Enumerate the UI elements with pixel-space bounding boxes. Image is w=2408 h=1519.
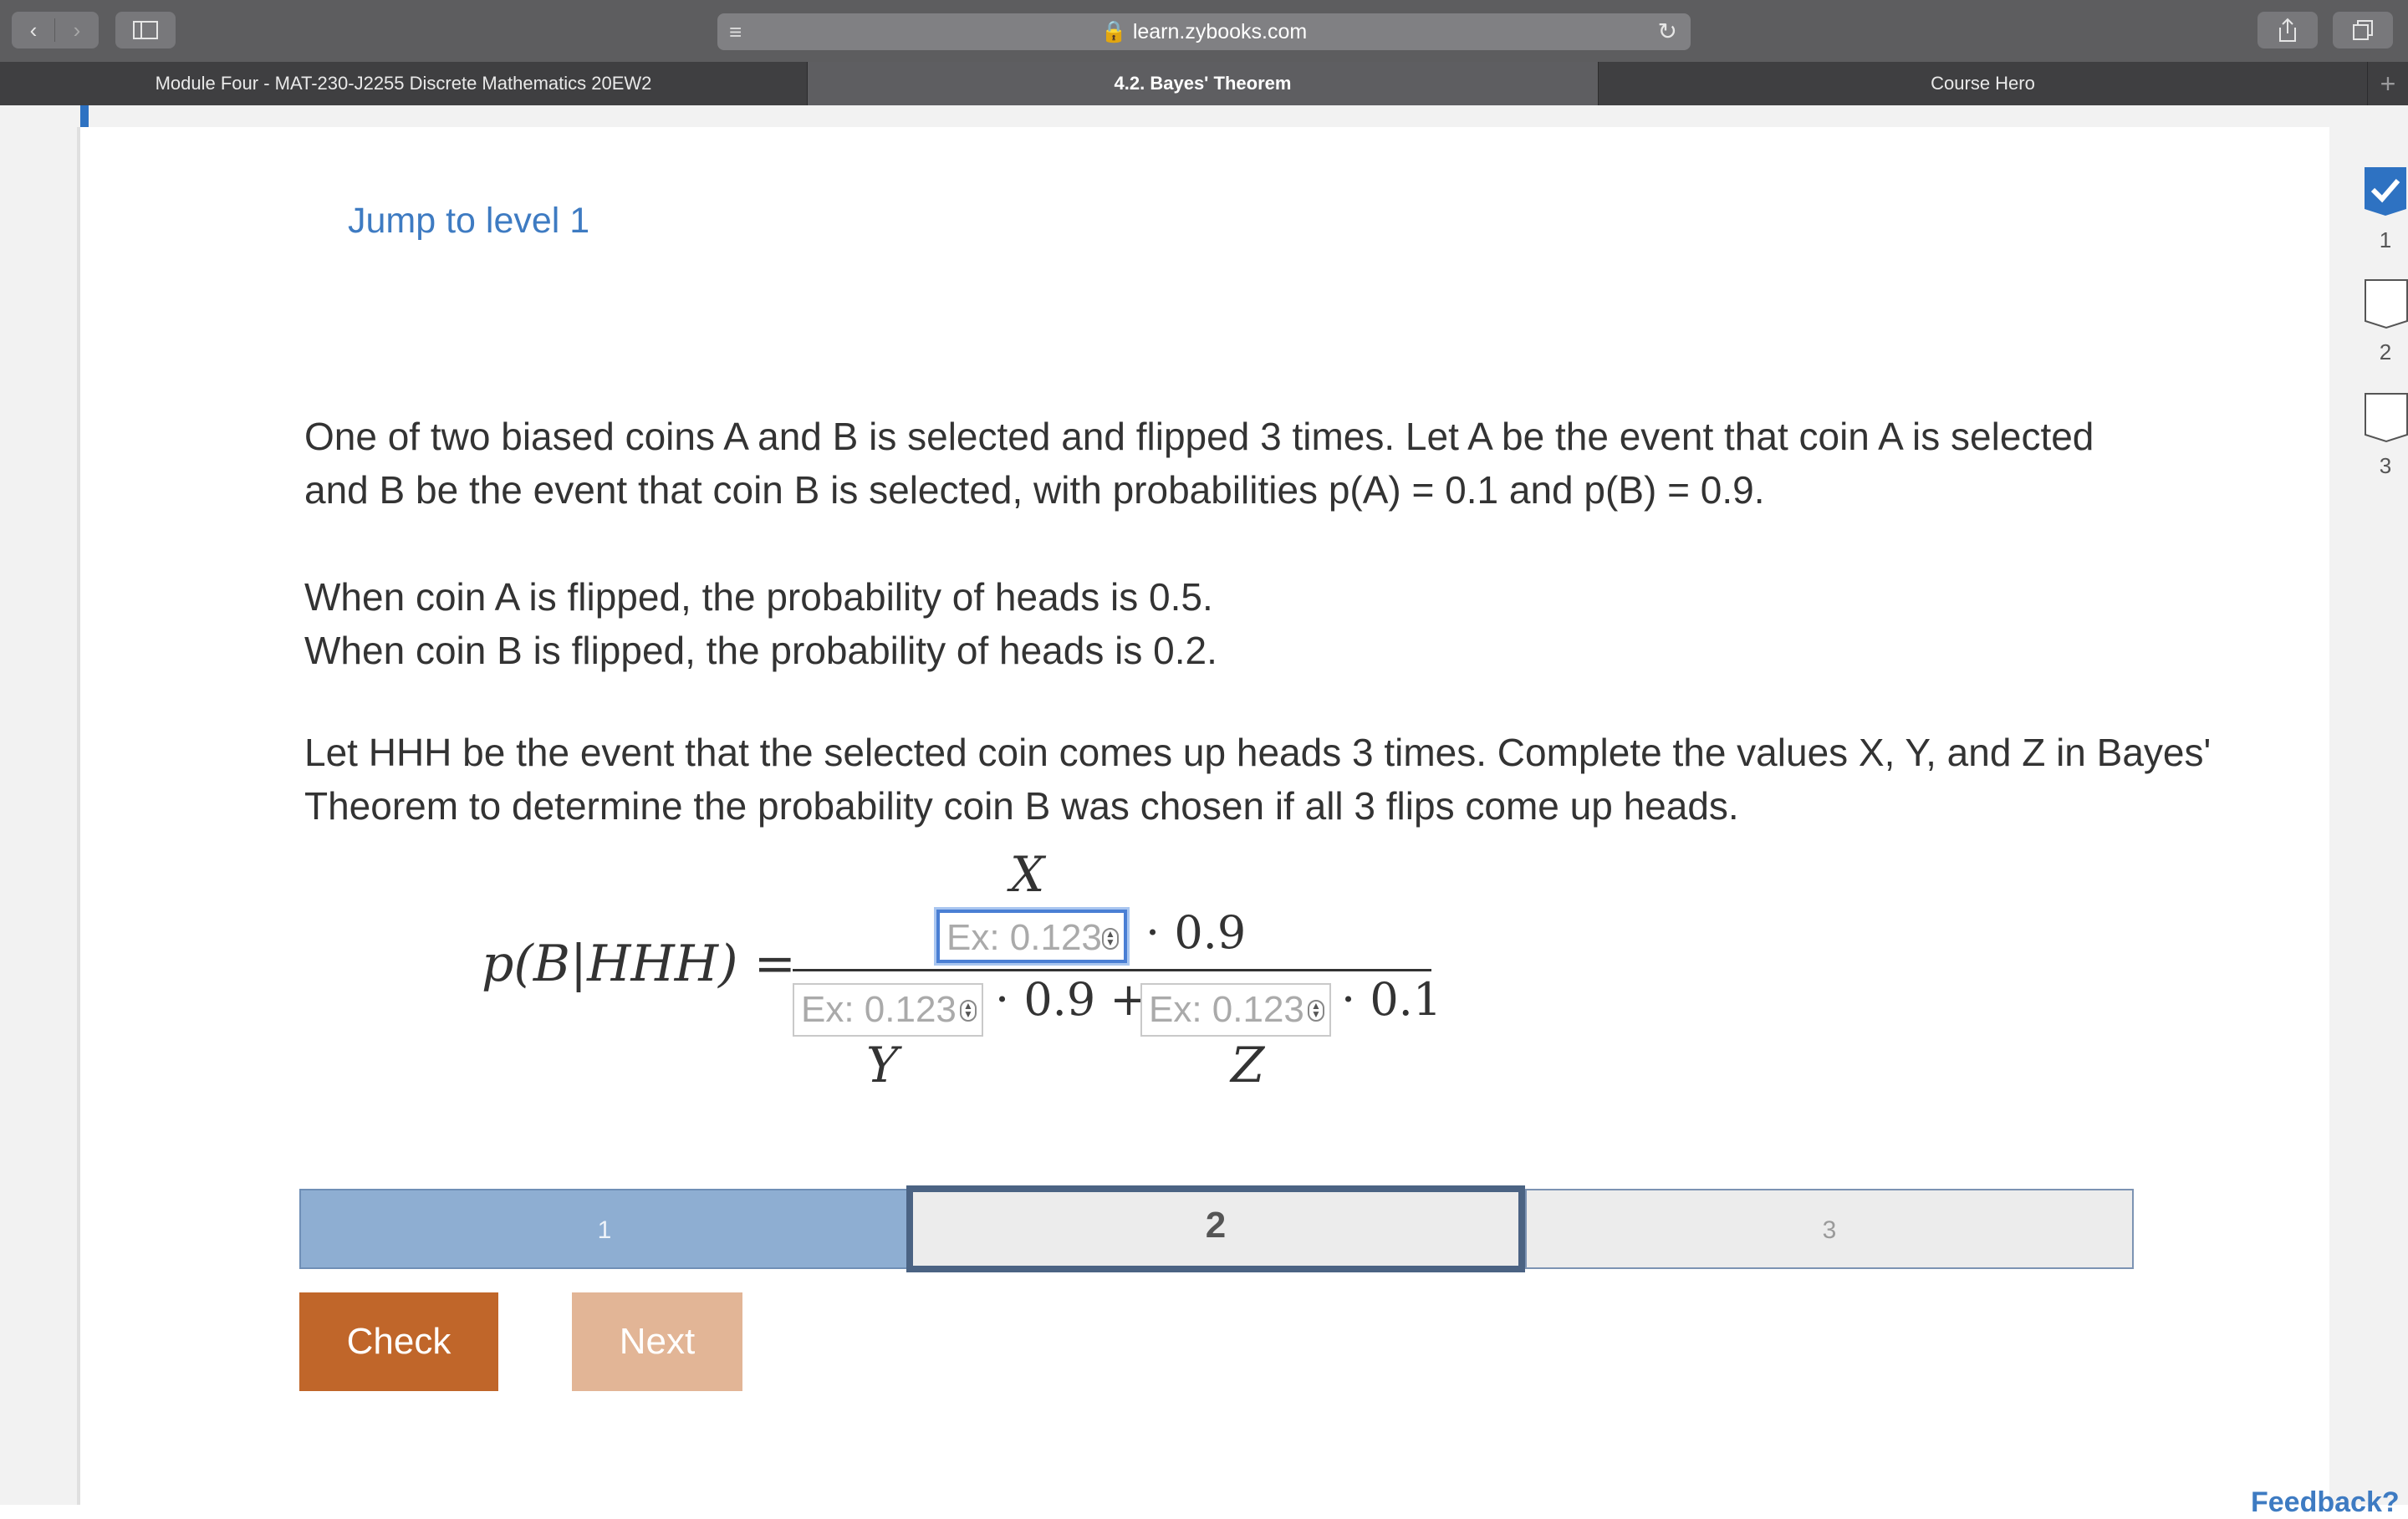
- sidebar-icon[interactable]: [115, 12, 176, 48]
- tab-bar: Module Four - MAT-230-J2255 Discrete Mat…: [0, 62, 2408, 105]
- rail-level-3[interactable]: 3: [2363, 391, 2408, 479]
- fraction-bar: [793, 969, 1431, 971]
- variable-y-label: Y: [866, 1037, 899, 1093]
- nav-divider: [54, 18, 55, 42]
- rail-level-2[interactable]: 2: [2363, 278, 2408, 365]
- level-2-segment[interactable]: 2: [906, 1185, 1525, 1272]
- forward-icon[interactable]: ›: [55, 18, 99, 43]
- rail-level-1[interactable]: 1: [2363, 166, 2408, 253]
- problem-paragraph-2: When coin A is flipped, the probability …: [304, 570, 2144, 677]
- address-bar[interactable]: ≡ 🔒 learn.zybooks.com ↻: [717, 13, 1691, 50]
- x-input[interactable]: Ex: 0.123 ▲ ▼: [936, 910, 1127, 963]
- denominator-factor-1: · 0.9 +: [995, 973, 1148, 1026]
- rail-level-1-label: 1: [2379, 227, 2392, 252]
- coin-b-probability-line: When coin B is flipped, the probability …: [304, 629, 1217, 672]
- section-marker: [80, 105, 89, 127]
- x-input-placeholder: Ex: 0.123: [946, 917, 1102, 958]
- level-1-segment[interactable]: 1: [299, 1189, 910, 1269]
- level-progress: 1 3 2: [299, 1185, 2134, 1272]
- rail-level-3-label: 3: [2379, 453, 2392, 478]
- z-input[interactable]: Ex: 0.123 ▲ ▼: [1140, 983, 1331, 1037]
- empty-flag-icon: [2363, 391, 2408, 443]
- y-input[interactable]: Ex: 0.123 ▲ ▼: [793, 983, 983, 1037]
- tab-module-four[interactable]: Module Four - MAT-230-J2255 Discrete Mat…: [0, 62, 808, 105]
- empty-flag-icon: [2363, 278, 2408, 329]
- reload-icon[interactable]: ↻: [1658, 13, 1677, 50]
- variable-z-label: Z: [1231, 1037, 1265, 1093]
- share-icon[interactable]: [2258, 12, 2318, 48]
- equation-lhs: p(B|HHH) =: [482, 935, 796, 993]
- numerator-factor: · 0.9: [1145, 906, 1247, 959]
- jump-to-level-link[interactable]: Jump to level 1: [348, 201, 589, 242]
- page-edge: [77, 127, 80, 1505]
- feedback-link[interactable]: Feedback?: [2251, 1486, 2400, 1519]
- tab-course-hero[interactable]: Course Hero: [1599, 62, 2368, 105]
- problem-paragraph-3: Let HHH be the event that the selected c…: [304, 731, 2212, 828]
- level-3-segment[interactable]: 3: [1525, 1189, 2134, 1269]
- problem-paragraph-1: One of two biased coins A and B is selec…: [304, 415, 2094, 512]
- tab-bayes-theorem[interactable]: 4.2. Bayes' Theorem: [808, 62, 1599, 105]
- denominator-factor-2: · 0.1: [1341, 973, 1442, 1026]
- stepper-icon[interactable]: ▲ ▼: [1102, 928, 1119, 950]
- plus-icon[interactable]: +: [2368, 62, 2408, 105]
- browser-toolbar: ‹ › ≡ 🔒 learn.zybooks.com ↻: [0, 0, 2408, 62]
- nav-buttons: ‹ ›: [12, 12, 99, 48]
- y-input-placeholder: Ex: 0.123: [801, 989, 957, 1030]
- next-button[interactable]: Next: [572, 1292, 742, 1391]
- variable-x-label: X: [1010, 846, 1045, 903]
- back-icon[interactable]: ‹: [12, 18, 55, 43]
- checkmark-icon: [2363, 166, 2408, 217]
- check-button[interactable]: Check: [299, 1292, 498, 1391]
- url-value: learn.zybooks.com: [1132, 20, 1308, 43]
- rail-level-2-label: 2: [2379, 339, 2392, 364]
- stepper-icon[interactable]: ▲ ▼: [1308, 1000, 1324, 1022]
- coin-a-probability-line: When coin A is flipped, the probability …: [304, 575, 1213, 619]
- url-text: 🔒 learn.zybooks.com: [1100, 20, 1308, 43]
- tabs-icon[interactable]: [2333, 12, 2393, 48]
- stepper-icon[interactable]: ▲ ▼: [960, 1000, 977, 1022]
- z-input-placeholder: Ex: 0.123: [1149, 989, 1304, 1030]
